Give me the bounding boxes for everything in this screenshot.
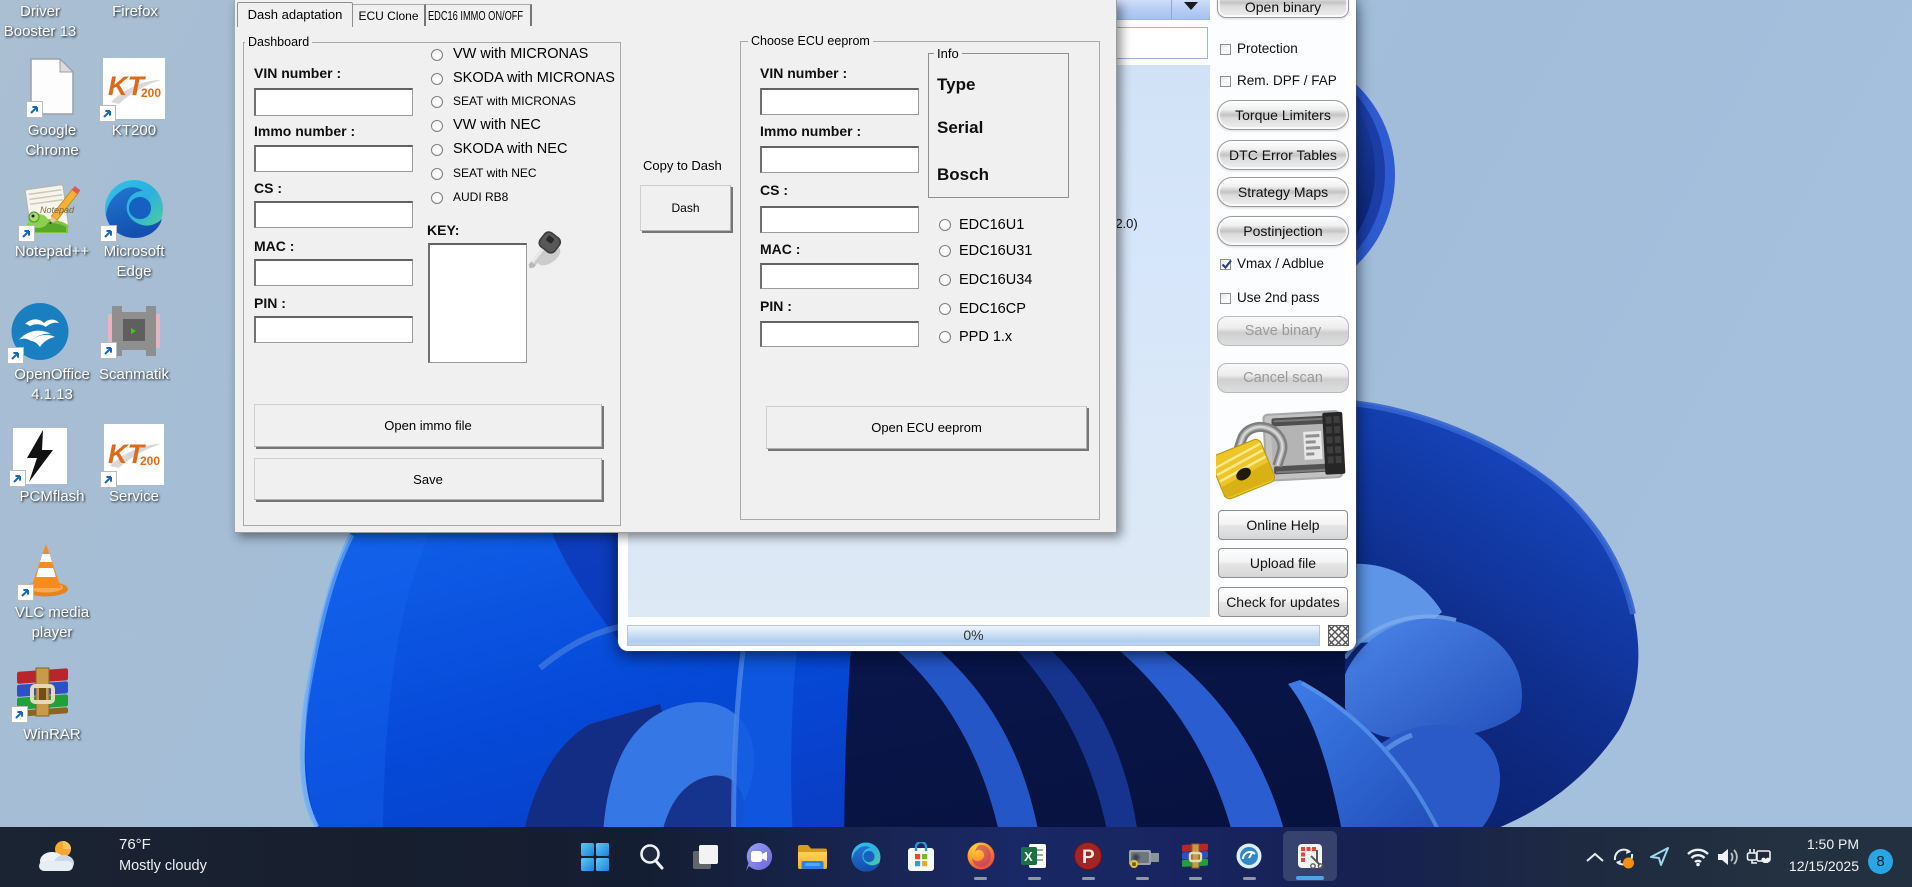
svg-text:200: 200 (140, 454, 160, 468)
svg-text:X: X (1024, 849, 1033, 864)
svg-text:200: 200 (141, 86, 161, 100)
svg-text:Notepad: Notepad (40, 205, 75, 215)
svg-text:P: P (1082, 847, 1095, 868)
